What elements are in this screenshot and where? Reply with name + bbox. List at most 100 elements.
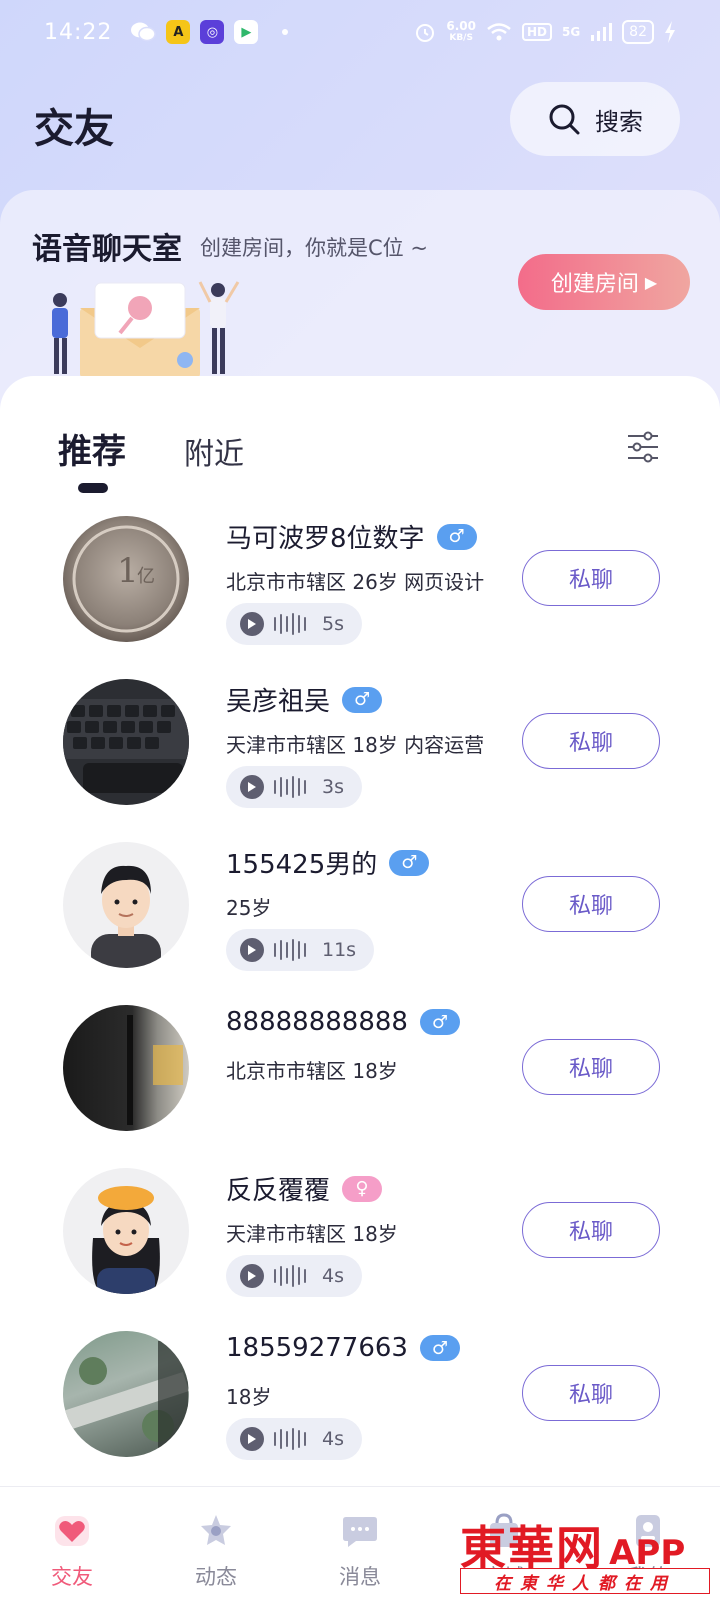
net-speed: 6.00 KB/S: [446, 20, 476, 44]
app-a-icon: A: [166, 20, 191, 44]
male-icon: ♂: [419, 1335, 460, 1361]
nav-label: 交友: [51, 1565, 93, 1589]
user-card[interactable]: 18559277663 ♂ 18岁 4s 私聊: [0, 1331, 720, 1494]
user-name-line: 155425男的 ♂: [226, 844, 430, 881]
keyboard-photo: [63, 699, 189, 793]
play-icon: [240, 612, 264, 636]
filter-icon[interactable]: [626, 430, 660, 464]
private-chat-button[interactable]: 私聊: [522, 1202, 660, 1258]
nav-moments[interactable]: 动态: [144, 1487, 288, 1600]
voice-intro-button[interactable]: 4s: [226, 1418, 362, 1460]
avatar[interactable]: [63, 1005, 189, 1131]
create-room-label: 创建房间: [550, 272, 639, 297]
nav-label: 消息: [339, 1565, 381, 1589]
aerial-photo: [63, 1341, 189, 1457]
avatar[interactable]: [63, 679, 189, 805]
voice-room-title: 语音聊天室: [32, 232, 182, 267]
signal-icon: [591, 23, 613, 41]
female-icon: ♀: [342, 1175, 383, 1202]
status-bar: 14:22 A ◎ ▶ 6.00 KB/S HD 5G 82: [0, 0, 720, 64]
play-icon: [240, 1264, 264, 1288]
voice-duration: 4s: [322, 1265, 344, 1287]
charging-icon: [665, 21, 675, 43]
user-info: 北京市市辖区 18岁: [226, 1059, 398, 1083]
user-info: 25岁: [226, 896, 272, 920]
dark-room-photo: [127, 1015, 183, 1125]
create-room-button[interactable]: 创建房间 ▶: [518, 254, 690, 310]
voice-intro-button[interactable]: 3s: [226, 766, 362, 808]
search-label: 搜索: [595, 107, 643, 136]
tab-recommend[interactable]: 推荐: [58, 424, 126, 493]
user-name: 反反覆覆: [226, 1176, 331, 1206]
voice-intro-button[interactable]: 5s: [226, 603, 362, 645]
watermark-app: APP: [609, 1533, 686, 1573]
voice-room-illustration: [52, 281, 240, 378]
search-button[interactable]: 搜索: [510, 82, 680, 156]
tab-bar: 推荐 附近: [58, 424, 244, 493]
user-card[interactable]: 反反覆覆 ♀ 天津市市辖区 18岁 4s 私聊: [0, 1168, 720, 1331]
voice-room-subtitle: 创建房间，你就是C位 ~: [200, 236, 428, 260]
tab-nearby[interactable]: 附近: [184, 429, 244, 473]
star-icon: [201, 1515, 231, 1545]
app-circle-icon: ◎: [200, 20, 225, 44]
hd-badge: HD: [521, 23, 552, 41]
voice-duration: 5s: [322, 613, 344, 635]
user-name-line: 吴彦祖吴 ♂: [226, 681, 383, 718]
user-info: 天津市市辖区 18岁: [226, 1222, 398, 1246]
play-triangle-icon: ▶: [644, 272, 658, 292]
waveform-icon: [274, 613, 306, 635]
status-right: 6.00 KB/S HD 5G 82: [414, 20, 676, 44]
waveform-icon: [274, 1265, 306, 1287]
user-name-line: 反反覆覆 ♀: [226, 1170, 383, 1207]
tab-active-indicator: [78, 483, 108, 493]
wechat-icon: [131, 22, 157, 42]
user-list: 1亿 马可波罗8位数字 ♂ 北京市市辖区 26岁 网页设计 5s 私聊 吴彦祖吴…: [0, 516, 720, 1494]
user-card[interactable]: 88888888888 ♂ 北京市市辖区 18岁 私聊: [0, 1005, 720, 1168]
user-info: 18岁: [226, 1385, 272, 1409]
male-icon: ♂: [436, 523, 477, 550]
user-name: 18559277663: [226, 1333, 408, 1363]
user-name: 吴彦祖吴: [226, 687, 331, 717]
net-speed-value: 6.00: [446, 19, 476, 33]
user-info: 天津市市辖区 18岁 内容运营: [226, 733, 485, 757]
private-chat-button[interactable]: 私聊: [522, 1039, 660, 1095]
voice-duration: 3s: [322, 776, 344, 798]
avatar[interactable]: [63, 1331, 189, 1457]
private-chat-button[interactable]: 私聊: [522, 550, 660, 606]
app-play-icon: ▶: [234, 20, 259, 44]
user-info: 北京市市辖区 26岁 网页设计: [226, 570, 485, 594]
message-icon: [343, 1517, 377, 1547]
voice-intro-button[interactable]: 11s: [226, 929, 375, 971]
avatar[interactable]: [63, 1168, 189, 1294]
user-card[interactable]: 155425男的 ♂ 25岁 11s 私聊: [0, 842, 720, 1005]
voice-intro-button[interactable]: 4s: [226, 1255, 362, 1297]
signal-label: 5G: [561, 25, 581, 39]
avatar[interactable]: [63, 842, 189, 968]
nav-messages[interactable]: 消息: [288, 1487, 432, 1600]
user-name: 155425男的: [226, 850, 378, 880]
private-chat-button[interactable]: 私聊: [522, 713, 660, 769]
nav-label: 动态: [195, 1565, 237, 1589]
coin-photo: 1亿: [72, 525, 180, 633]
waveform-icon: [274, 776, 306, 798]
tab-nearby-label: 附近: [184, 437, 244, 472]
svg-text:亿: 亿: [137, 566, 155, 587]
waveform-icon: [274, 1428, 306, 1450]
user-list-panel: 推荐 附近 1亿 马可波罗8位数字 ♂ 北京市市辖区 26岁 网页设计 5s 私…: [0, 376, 720, 1486]
user-card[interactable]: 1亿 马可波罗8位数字 ♂ 北京市市辖区 26岁 网页设计 5s 私聊: [0, 516, 720, 679]
voice-duration: 11s: [322, 939, 357, 961]
private-chat-button[interactable]: 私聊: [522, 876, 660, 932]
net-speed-unit: KB/S: [449, 33, 473, 43]
nav-friends[interactable]: 交友: [0, 1487, 144, 1600]
battery-indicator: 82: [622, 20, 654, 44]
private-chat-button[interactable]: 私聊: [522, 1365, 660, 1421]
cartoon-man-avatar: [91, 865, 161, 968]
status-time: 14:22: [44, 19, 113, 45]
page-title: 交友: [34, 106, 114, 152]
male-icon: ♂: [342, 686, 383, 713]
avatar[interactable]: 1亿: [63, 516, 189, 642]
watermark-slogan: 在東华人都在用: [460, 1568, 710, 1594]
user-card[interactable]: 吴彦祖吴 ♂ 天津市市辖区 18岁 内容运营 3s 私聊: [0, 679, 720, 842]
user-name-line: 88888888888 ♂: [226, 1007, 460, 1037]
more-dot-icon: [282, 29, 289, 35]
